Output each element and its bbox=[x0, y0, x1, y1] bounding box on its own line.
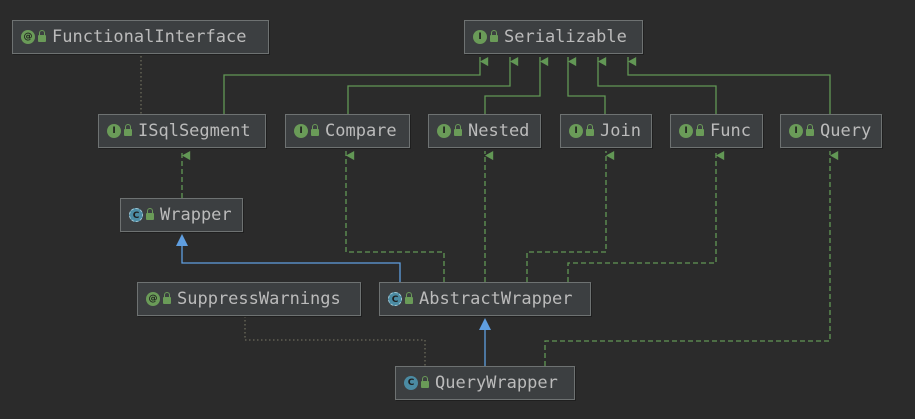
public-lock-icon bbox=[696, 124, 704, 136]
edge-compare-serializable bbox=[347, 57, 519, 116]
node-label: Serializable bbox=[504, 27, 627, 47]
node-functional-interface[interactable]: @ FunctionalInterface bbox=[12, 20, 269, 54]
public-lock-icon bbox=[311, 124, 319, 136]
node-func[interactable]: I Func bbox=[670, 114, 763, 148]
annotation-icon: @ bbox=[21, 30, 35, 44]
node-label: SuppressWarnings bbox=[177, 289, 341, 309]
abstract-class-icon: C bbox=[388, 292, 402, 306]
interface-icon: I bbox=[789, 124, 803, 138]
edge-querywrapper-suppresswarnings bbox=[244, 316, 426, 366]
node-label: Query bbox=[820, 121, 872, 141]
node-label: Wrapper bbox=[160, 205, 232, 225]
class-hierarchy-diagram: @ FunctionalInterface I Serializable I I… bbox=[0, 0, 915, 419]
node-join[interactable]: I Join bbox=[560, 114, 652, 148]
node-label: Nested bbox=[468, 121, 530, 141]
node-abstract-wrapper[interactable]: C AbstractWrapper bbox=[379, 282, 591, 316]
public-lock-icon bbox=[586, 124, 594, 136]
node-compare[interactable]: I Compare bbox=[285, 114, 410, 148]
node-query-wrapper[interactable]: C QueryWrapper bbox=[395, 366, 575, 400]
node-isqlsegment[interactable]: I ISqlSegment bbox=[98, 114, 266, 148]
node-query[interactable]: I Query bbox=[780, 114, 882, 148]
public-lock-icon bbox=[405, 292, 413, 304]
edge-abstractwrapper-join bbox=[526, 151, 615, 282]
node-label: Func bbox=[710, 121, 751, 141]
node-serializable[interactable]: I Serializable bbox=[464, 20, 643, 54]
node-label: AbstractWrapper bbox=[419, 289, 573, 309]
public-lock-icon bbox=[146, 208, 154, 220]
public-lock-icon bbox=[806, 124, 814, 136]
public-lock-icon bbox=[454, 124, 462, 136]
arrowhead-wrapper bbox=[176, 234, 188, 246]
arrowhead-abstractwrapper bbox=[479, 318, 491, 330]
public-lock-icon bbox=[490, 30, 498, 42]
annotation-icon: @ bbox=[146, 292, 160, 306]
interface-icon: I bbox=[294, 124, 308, 138]
class-icon: C bbox=[404, 376, 418, 390]
node-label: QueryWrapper bbox=[435, 373, 558, 393]
node-nested[interactable]: I Nested bbox=[428, 114, 541, 148]
interface-icon: I bbox=[473, 30, 487, 44]
node-label: ISqlSegment bbox=[138, 121, 251, 141]
node-label: Compare bbox=[325, 121, 397, 141]
public-lock-icon bbox=[124, 124, 132, 136]
edge-func-serializable bbox=[597, 57, 717, 116]
node-wrapper[interactable]: C Wrapper bbox=[120, 198, 243, 232]
interface-icon: I bbox=[679, 124, 693, 138]
abstract-class-icon: C bbox=[129, 208, 143, 222]
public-lock-icon bbox=[38, 30, 46, 42]
interface-icon: I bbox=[437, 124, 451, 138]
node-suppress-warnings[interactable]: @ SuppressWarnings bbox=[137, 282, 361, 316]
interface-icon: I bbox=[107, 124, 121, 138]
edge-abstractwrapper-func bbox=[567, 151, 725, 282]
public-lock-icon bbox=[421, 376, 429, 388]
node-label: Join bbox=[600, 121, 641, 141]
interface-icon: I bbox=[569, 124, 583, 138]
public-lock-icon bbox=[163, 292, 171, 304]
edge-querywrapper-query bbox=[544, 151, 839, 366]
node-label: FunctionalInterface bbox=[52, 27, 247, 47]
